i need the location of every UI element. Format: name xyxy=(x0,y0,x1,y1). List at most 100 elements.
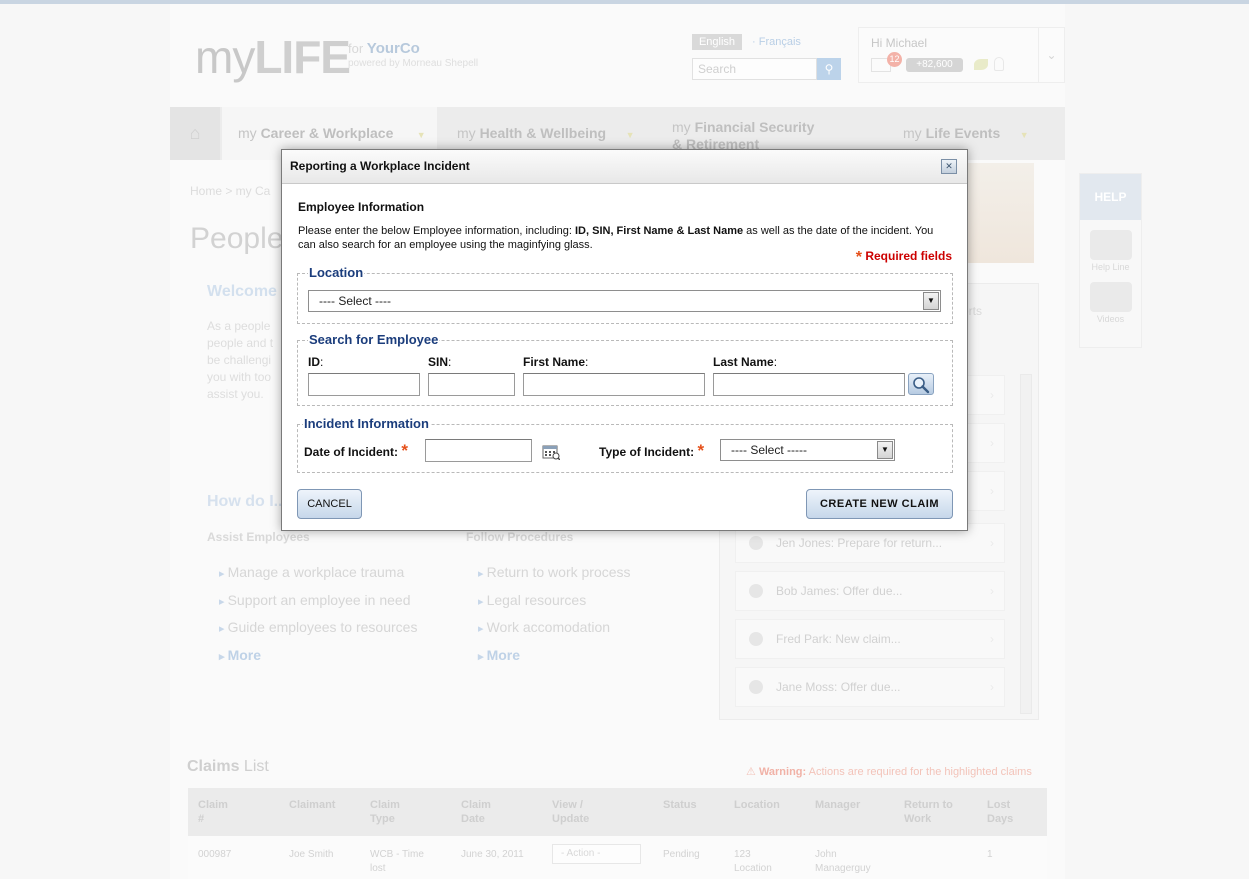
triangle-down-icon: ▼ xyxy=(625,130,635,140)
more-link[interactable]: More xyxy=(478,643,631,671)
case-label: Jen Jones: Prepare for return... xyxy=(776,536,943,550)
language-french[interactable]: · Français xyxy=(752,36,801,48)
videos-label[interactable]: Videos xyxy=(1080,314,1141,324)
site-search-button[interactable]: ⚲ xyxy=(817,58,841,80)
list-item[interactable]: Legal resources xyxy=(478,588,631,616)
cases-scrollbar[interactable] xyxy=(1020,374,1032,714)
list-item[interactable]: Return to work process xyxy=(478,560,631,588)
chevron-right-icon: › xyxy=(990,536,994,550)
person-icon xyxy=(749,680,763,694)
site-search-input[interactable]: Search xyxy=(692,58,817,80)
column-header[interactable]: Location xyxy=(734,798,780,812)
language-english[interactable]: English xyxy=(692,34,742,50)
location-fieldset: Location ---- Select ---- ▼ xyxy=(297,265,953,324)
nav-tab-label: Life Events xyxy=(925,125,1001,141)
list-item[interactable]: Fred Park: New claim... › xyxy=(735,619,1005,659)
person-icon xyxy=(994,57,1004,71)
cell-type: WCB - Time lost xyxy=(370,849,424,874)
list-item[interactable]: Work accomodation xyxy=(478,615,631,643)
table-row[interactable]: 000987 Joe Smith WCB - Time lost June 30… xyxy=(188,836,1047,879)
incident-info-legend: Incident Information xyxy=(303,416,430,431)
page-title: People xyxy=(190,222,284,255)
incident-dialog: Reporting a Workplace Incident ✕ Employe… xyxy=(281,149,968,531)
column-header[interactable]: Manager xyxy=(815,798,860,812)
powered-by: powered by Morneau Shepell xyxy=(348,58,479,69)
first-name-label: First Name: xyxy=(523,355,589,369)
employee-search-button[interactable] xyxy=(908,373,934,395)
date-of-incident-input[interactable] xyxy=(425,439,532,462)
video-icon[interactable] xyxy=(1089,282,1132,312)
type-of-incident-select[interactable]: ---- Select ----- ▼ xyxy=(720,439,895,461)
list-item[interactable]: Manage a workplace trauma xyxy=(219,560,417,588)
claims-warning: ⚠ Warning: Actions are required for the … xyxy=(746,765,1032,778)
required-asterisk: * xyxy=(697,441,705,460)
person-icon xyxy=(749,584,763,598)
column-header[interactable]: Claim Type xyxy=(370,798,404,826)
nav-tab-label: Career & Workplace xyxy=(260,125,394,141)
points-badge: +82,600 xyxy=(906,58,963,72)
nav-tab-prefix: my xyxy=(672,119,691,135)
required-note-text: Required fields xyxy=(865,249,952,263)
first-name-input[interactable] xyxy=(523,373,705,396)
intro-line: As a people xyxy=(207,319,271,333)
create-new-claim-button[interactable]: CREATE NEW CLAIM xyxy=(806,489,953,519)
more-link[interactable]: More xyxy=(219,643,417,671)
warning-icon: ⚠ xyxy=(746,766,756,778)
intro-line: be challengi xyxy=(207,353,272,367)
phone-icon[interactable] xyxy=(1089,230,1132,260)
cell-manager: John Managerguy xyxy=(815,849,871,874)
cell-date: June 30, 2011 xyxy=(461,849,524,860)
breadcrumb[interactable]: Home > my Ca xyxy=(190,184,270,198)
help-heading: HELP xyxy=(1080,174,1141,220)
type-of-incident-label: Type of Incident: * xyxy=(599,441,704,461)
column-header[interactable]: Claim # xyxy=(198,798,232,826)
nav-home[interactable]: ⌂ xyxy=(170,107,220,160)
dialog-close-button[interactable]: ✕ xyxy=(941,159,957,174)
list-item[interactable]: Jane Moss: Offer due... › xyxy=(735,667,1005,707)
how-do-heading: How do I... xyxy=(207,493,287,510)
action-select[interactable]: - Action - xyxy=(552,844,641,864)
notification-badge: 12 xyxy=(887,52,902,67)
mylife-logo[interactable]: myLIFE xyxy=(195,30,351,84)
location-select-value: ---- Select ---- xyxy=(319,294,391,308)
first-name-label-text: First Name xyxy=(523,355,586,369)
help-line-label[interactable]: Help Line xyxy=(1080,262,1141,272)
intro-line: you with too xyxy=(207,370,272,384)
user-menu-toggle[interactable]: ⌄ xyxy=(1038,28,1064,82)
type-select-value: ---- Select ----- xyxy=(731,443,807,457)
column-header[interactable]: View / Update xyxy=(552,798,592,826)
claims-title-rest: List xyxy=(243,758,269,775)
column-header[interactable]: Return to Work xyxy=(904,798,954,826)
claims-title-bold: Claims xyxy=(187,758,240,775)
cell-status: Pending xyxy=(663,849,700,860)
column-header[interactable]: Claim Date xyxy=(461,798,495,826)
search-icon: ⚲ xyxy=(824,62,834,76)
column-header[interactable]: Lost Days xyxy=(987,798,1021,826)
cell-location: 123 Location xyxy=(734,849,772,874)
cancel-button[interactable]: CANCEL xyxy=(297,489,362,519)
calendar-icon[interactable] xyxy=(542,444,560,460)
column-header[interactable]: Claimant xyxy=(289,798,335,812)
close-icon: ✕ xyxy=(945,161,953,171)
sin-input[interactable] xyxy=(428,373,515,396)
logo-for-label: for xyxy=(348,41,364,56)
case-label: Jane Moss: Offer due... xyxy=(776,680,901,694)
dialog-title: Reporting a Workplace Incident xyxy=(290,159,470,173)
triangle-down-icon[interactable]: ▼ xyxy=(923,292,939,310)
list-item[interactable]: Bob James: Offer due... › xyxy=(735,571,1005,611)
cell-claim-no: 000987 xyxy=(198,849,232,860)
id-input[interactable] xyxy=(308,373,420,396)
column-header[interactable]: Status xyxy=(663,798,697,812)
list-item[interactable]: Support an employee in need xyxy=(219,588,417,616)
list-item[interactable]: Guide employees to resources xyxy=(219,615,418,643)
cell-claimant: Joe Smith xyxy=(289,849,334,860)
last-name-label-text: Last Name xyxy=(713,355,774,369)
nav-tab-label: Health & Wellbeing xyxy=(479,125,607,141)
last-name-input[interactable] xyxy=(713,373,905,396)
logo-my: my xyxy=(195,31,255,83)
dialog-titlebar: Reporting a Workplace Incident ✕ xyxy=(282,150,967,184)
triangle-down-icon[interactable]: ▼ xyxy=(877,441,893,459)
last-name-label: Last Name: xyxy=(713,355,778,369)
location-select[interactable]: ---- Select ---- ▼ xyxy=(308,290,941,312)
case-label: Fred Park: New claim... xyxy=(776,632,901,646)
